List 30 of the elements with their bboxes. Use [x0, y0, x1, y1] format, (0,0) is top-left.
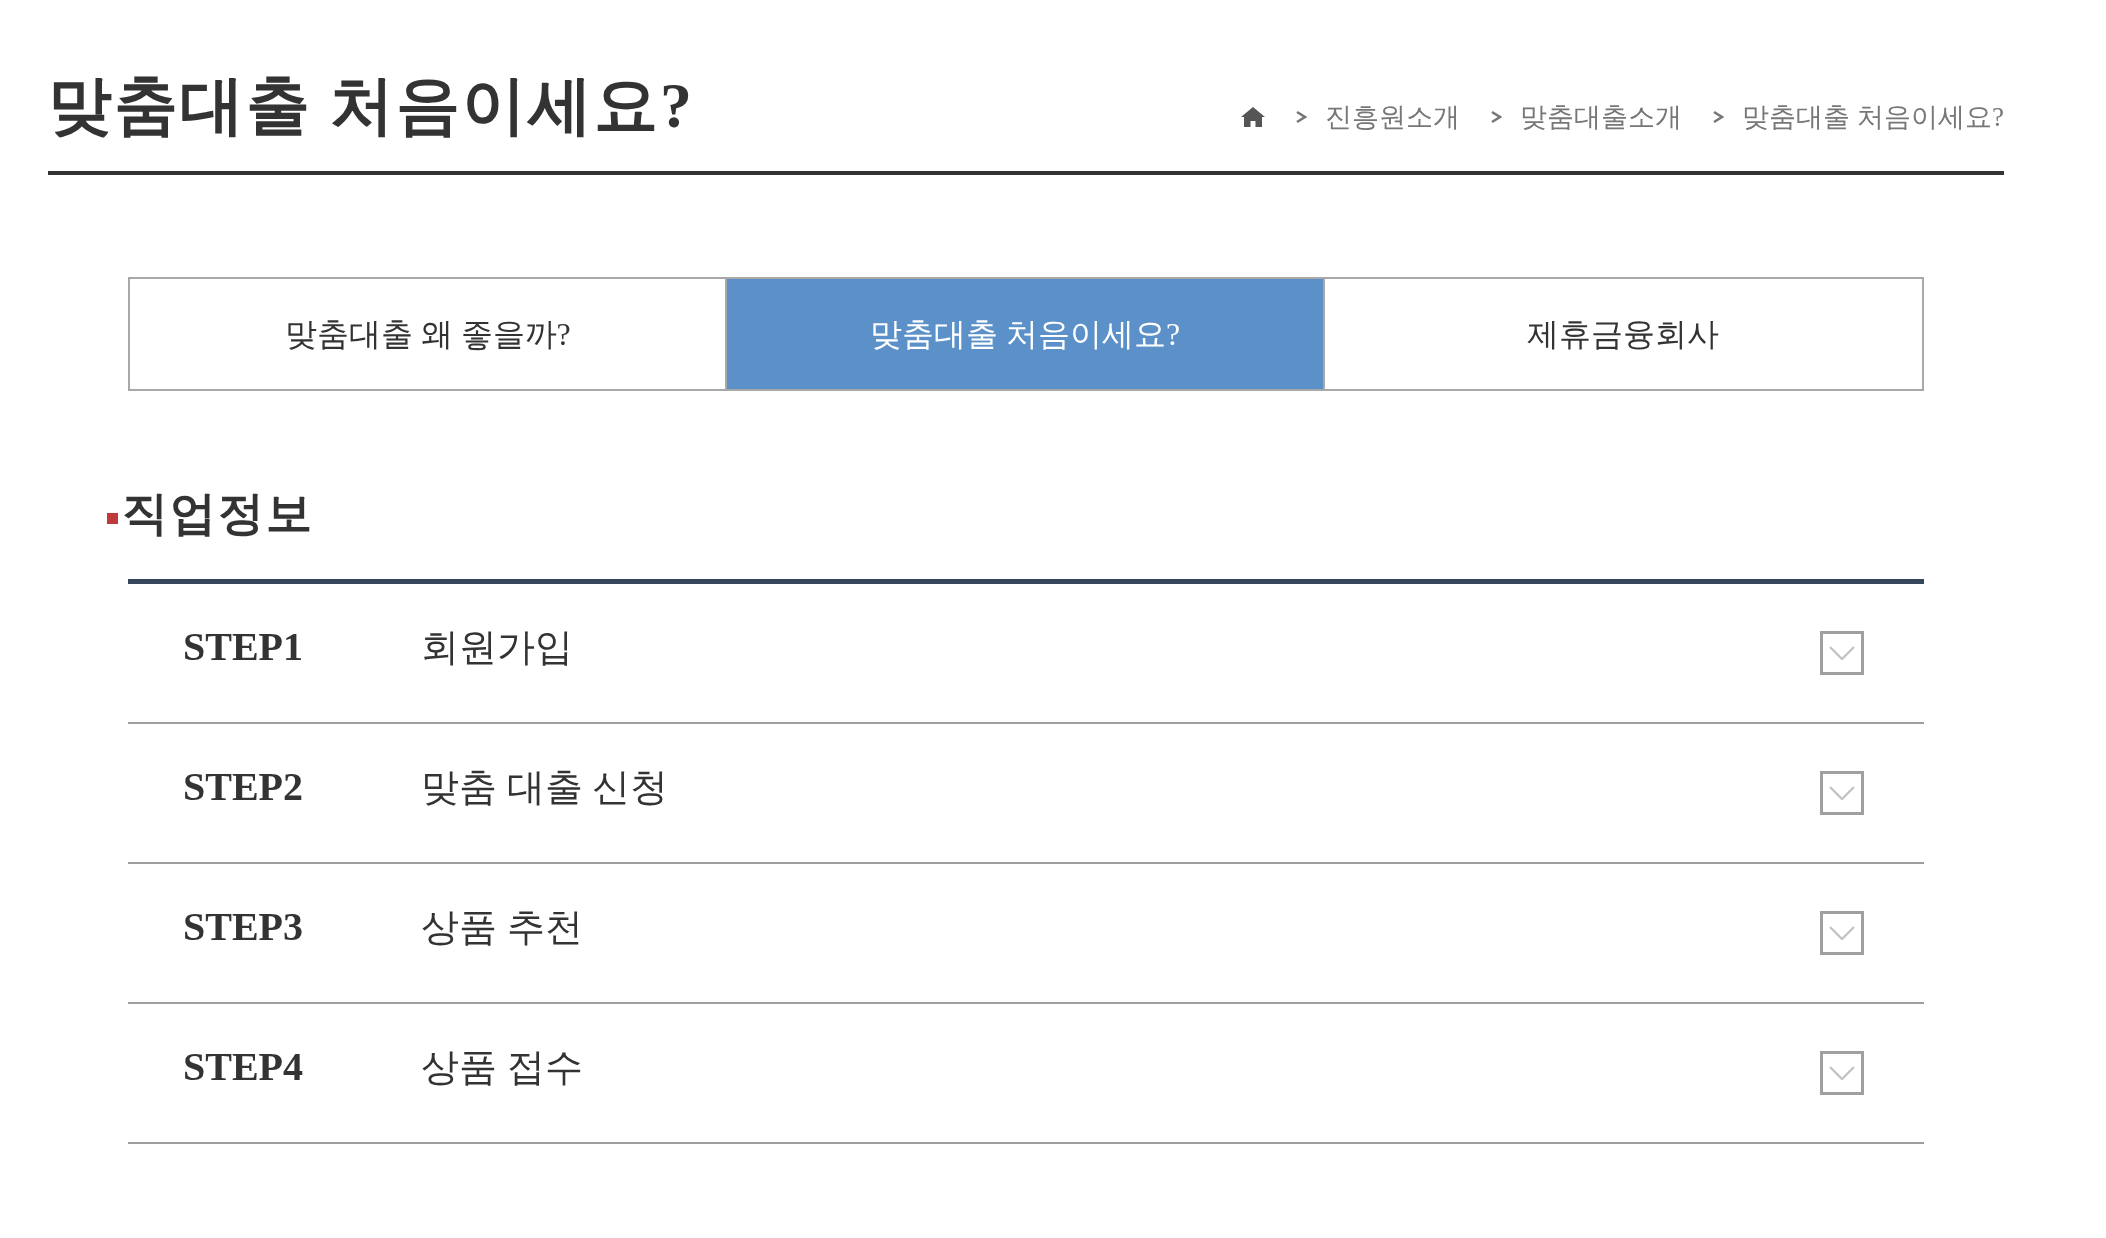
step-title: 맞춤 대출 신청 [421, 765, 668, 810]
square-bullet-icon [107, 512, 118, 524]
step-label: STEP4 [183, 1044, 305, 1090]
chevron-right-icon [1295, 110, 1308, 124]
section-title: 직업정보 [122, 487, 314, 541]
expand-button[interactable] [1820, 771, 1864, 815]
breadcrumb-link[interactable]: 맞춤대출 처음이세요? [1742, 100, 2004, 134]
step-label: STEP2 [183, 764, 305, 810]
chevron-down-icon [1829, 1066, 1855, 1080]
chevron-right-icon [1490, 110, 1503, 124]
page-title: 맞춤대출 처음이세요? [48, 69, 694, 143]
step-title: 상품 추천 [421, 905, 583, 950]
chevron-down-icon [1829, 646, 1855, 660]
accordion-row[interactable]: STEP4 상품 접수 [128, 1004, 1924, 1144]
chevron-right-icon [1712, 110, 1725, 124]
breadcrumb-link[interactable]: 맞춤대출소개 [1520, 100, 1683, 134]
step-title: 상품 접수 [421, 1045, 583, 1090]
home-icon[interactable] [1241, 107, 1266, 127]
breadcrumb-link[interactable]: 진흥원소개 [1325, 100, 1461, 134]
chevron-down-icon [1829, 926, 1855, 940]
accordion-row[interactable]: STEP3 상품 추천 [128, 864, 1924, 1004]
chevron-down-icon [1829, 786, 1855, 800]
expand-button[interactable] [1820, 631, 1864, 675]
expand-button[interactable] [1820, 911, 1864, 955]
expand-button[interactable] [1820, 1051, 1864, 1095]
accordion-row[interactable]: STEP1 회원가입 [128, 584, 1924, 724]
step-label: STEP3 [183, 904, 305, 950]
step-label: STEP1 [183, 624, 305, 670]
accordion-row[interactable]: STEP2 맞춤 대출 신청 [128, 724, 1924, 864]
step-title: 회원가입 [421, 625, 573, 670]
